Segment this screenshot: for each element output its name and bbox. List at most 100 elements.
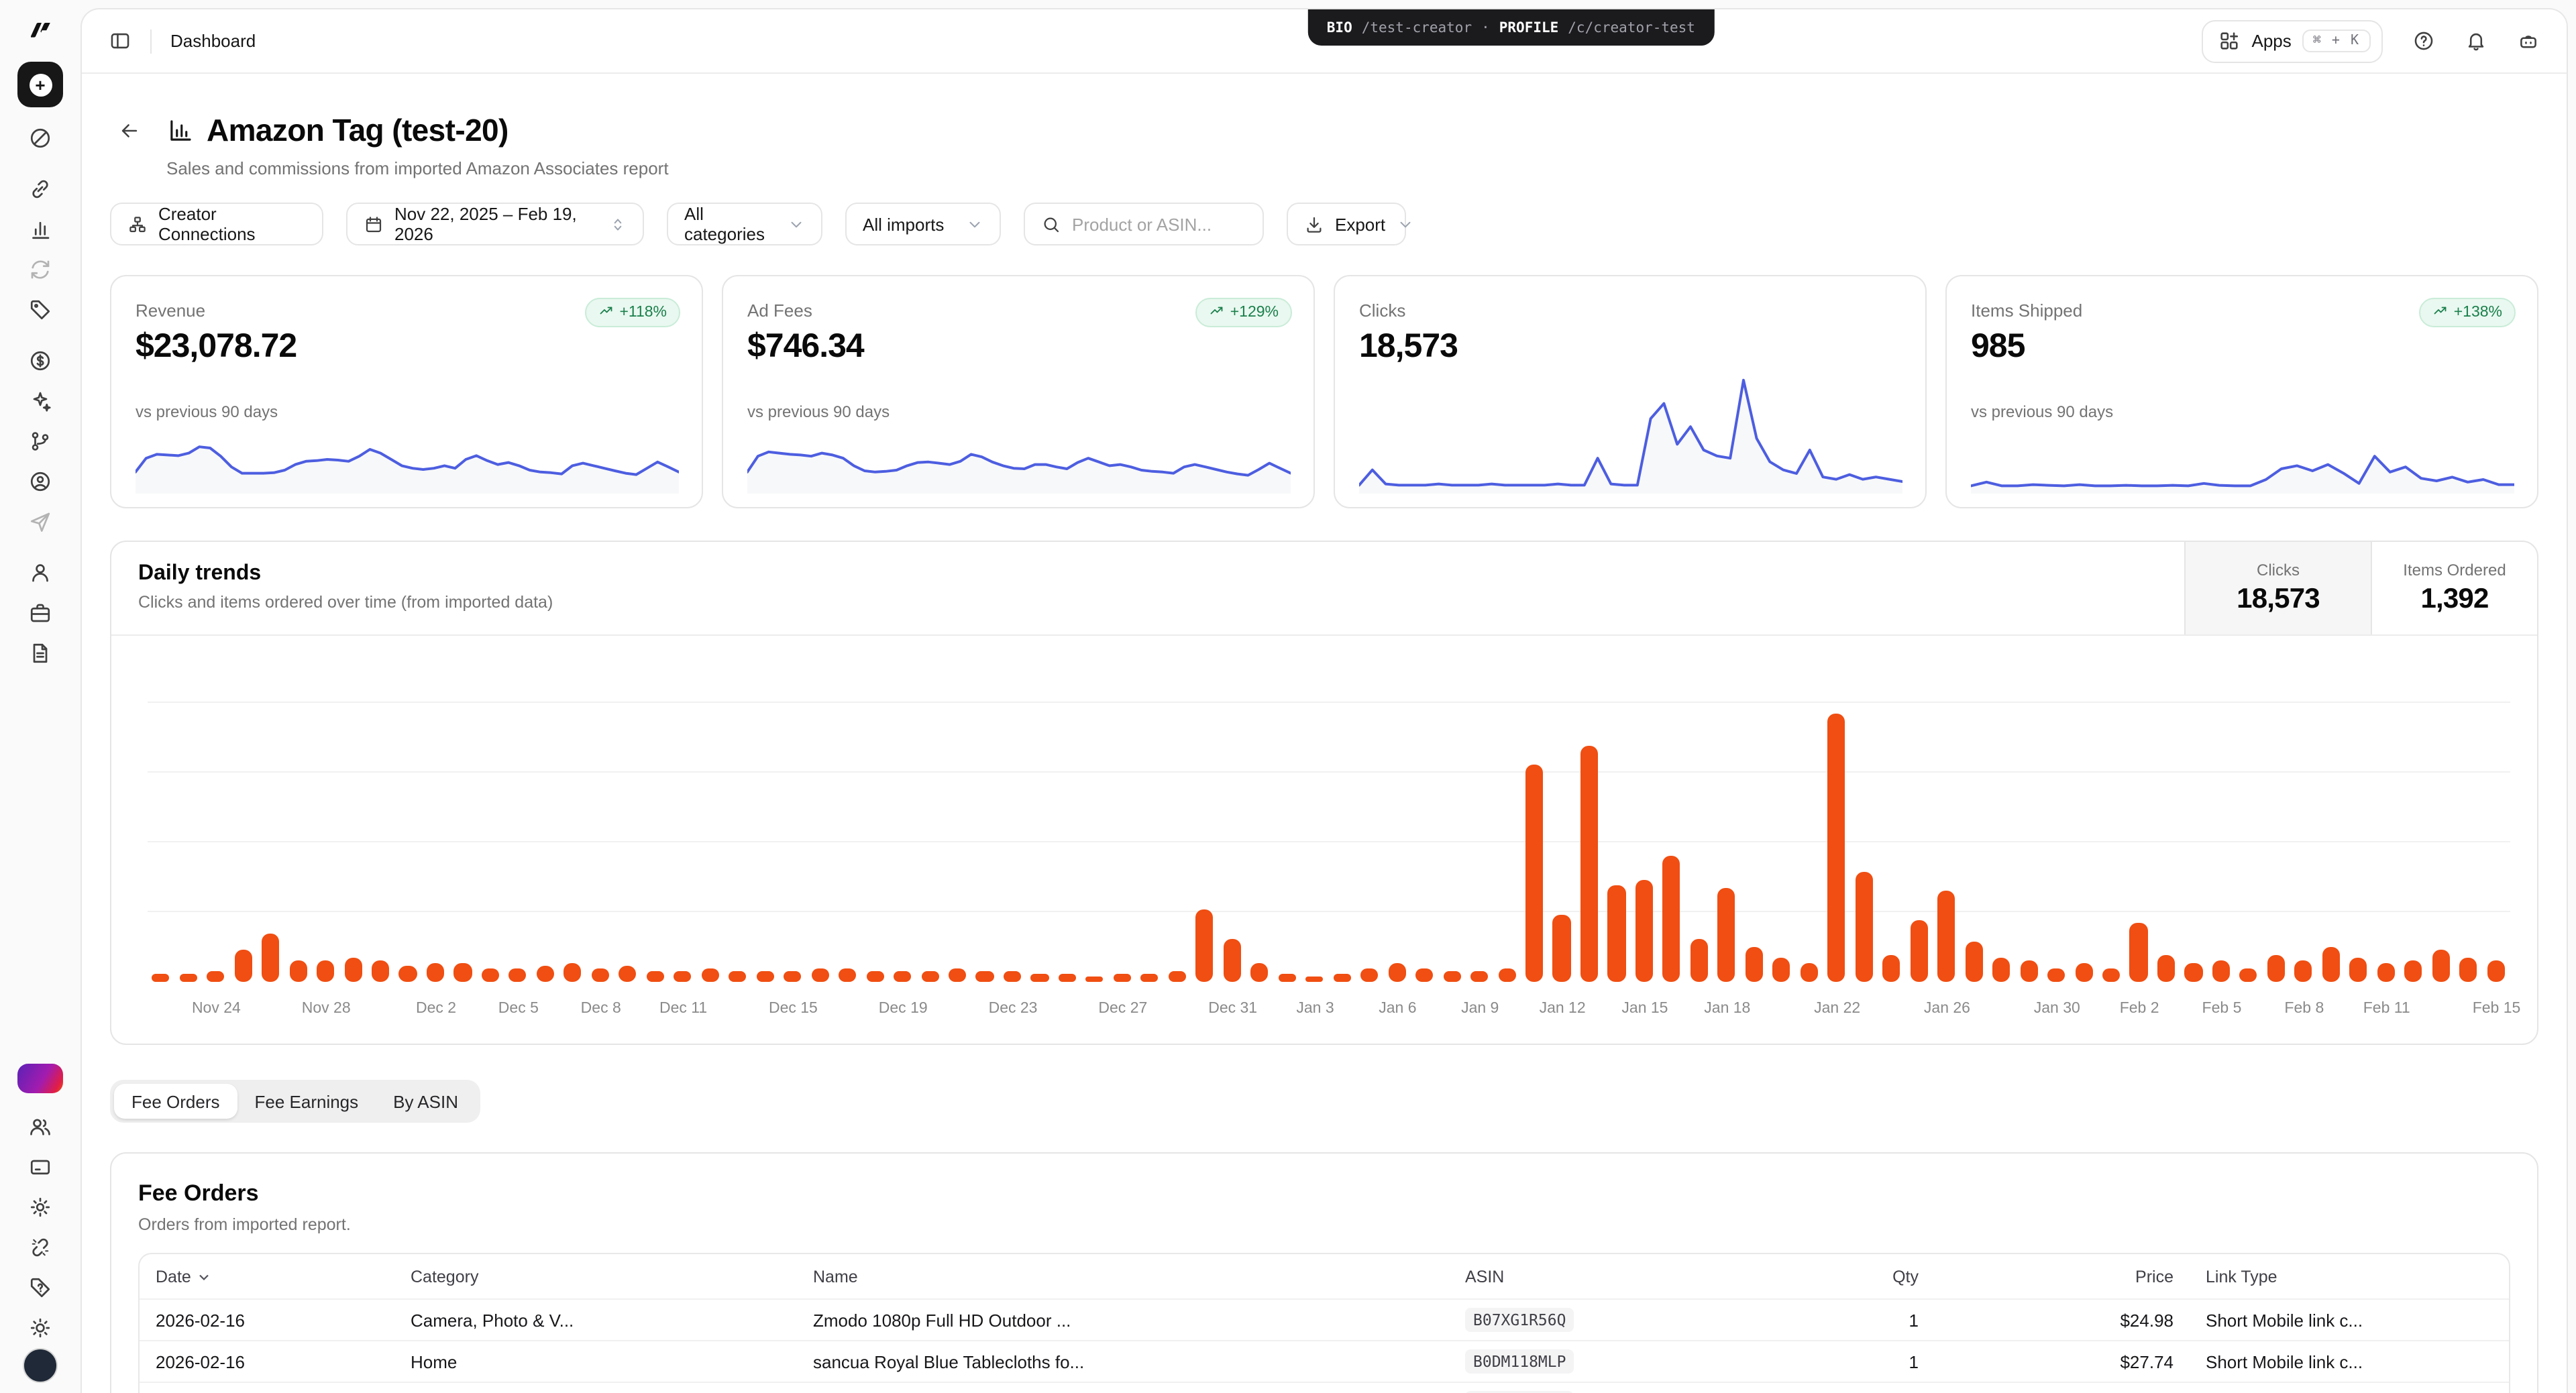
chart-bar [509,968,527,982]
notifications-icon[interactable] [2465,30,2487,52]
export-button[interactable]: Export [1287,203,1406,245]
unlink-icon[interactable] [28,1235,52,1259]
column-header: Link Type [2190,1267,2509,1286]
send-icon[interactable] [28,510,52,534]
chart-bar [2267,955,2285,982]
chart-bar [674,971,691,982]
stat-card-revenue: Revenue $23,078.72 +118% vs previous 90 … [110,275,703,508]
stat-card-clicks: Clicks 18,573 [1334,275,1927,508]
table-row[interactable]: 2026-02-16Homesancua Royal Blue Tableclo… [140,1340,2509,1382]
chart-bar [2350,958,2367,982]
chart-bar [1443,971,1460,982]
chart-bar [1388,963,1405,982]
file-text-icon[interactable] [28,641,52,665]
chart-bar [1801,963,1818,982]
chart-bar [1937,891,1955,982]
toggle-label: Items Ordered [2403,561,2506,579]
chart-bar [1690,939,1708,982]
compass-icon[interactable] [28,126,52,150]
chart-bar [2130,923,2147,982]
chart-bar [1470,971,1488,982]
report-chart-icon [166,116,195,144]
bar-chart-icon[interactable] [28,217,52,241]
column-header: ASIN [1449,1267,1814,1286]
workspace-avatar[interactable] [17,1063,63,1093]
help-icon[interactable] [2412,30,2435,52]
tab-by-asin[interactable]: By ASIN [376,1084,476,1119]
chart-bar [1305,977,1323,982]
chart-bar [1333,974,1350,982]
user-icon[interactable] [28,561,52,585]
apps-button[interactable]: Apps ⌘ + K [2202,19,2383,62]
chart-bar [399,966,417,982]
tag-icon[interactable] [28,298,52,322]
circle-user-icon[interactable] [28,469,52,494]
date-range-picker[interactable]: Nov 22, 2025 – Feb 19, 2026 [346,203,644,245]
tab-fee-earnings[interactable]: Fee Earnings [237,1084,376,1119]
asin-badge: B07XG1R56Q [1465,1308,1574,1332]
creator-connections-button[interactable]: Creator Connections [110,203,323,245]
chart-bar [1965,942,1982,982]
chart-bar [427,963,444,982]
badge-dollar-icon[interactable] [28,349,52,373]
chart-bar [179,974,197,982]
stat-label: Clicks [1359,300,1901,321]
apps-shortcut: ⌘ + K [2302,30,2371,52]
gear-icon[interactable] [28,1194,52,1219]
link-icon[interactable] [28,177,52,201]
search-input[interactable] [1072,214,1246,234]
chart-bar [1498,968,1515,982]
chart-bar [317,960,334,982]
chart-bar [152,974,169,982]
column-header: Name [797,1267,1449,1286]
page-header: Amazon Tag (test-20) [110,111,2538,149]
chart-bar [1360,968,1378,982]
creator-connections-label: Creator Connections [158,204,306,244]
brand-logo-icon [24,13,56,46]
briefcase-icon[interactable] [28,601,52,625]
sparkles-icon[interactable] [28,389,52,413]
users-icon[interactable] [28,1114,52,1138]
toggle-clicks[interactable]: Clicks 18,573 [2184,542,2371,634]
active-app-tile[interactable]: + [17,62,63,107]
toggle-items-ordered[interactable]: Items Ordered 1,392 [2371,542,2537,634]
x-tick-label: Feb 5 [2202,1001,2242,1017]
git-branch-icon[interactable] [28,429,52,453]
imports-select[interactable]: All imports [845,203,1001,245]
tab-fee-orders[interactable]: Fee Orders [114,1084,237,1119]
table-row[interactable]: 2026-02-16Camera, Photo & V...Zmodo 1080… [140,1298,2509,1340]
back-button[interactable] [110,111,148,149]
page-content: Amazon Tag (test-20) Sales and commissio… [82,111,2567,1393]
items-sparkline [1971,424,2514,494]
main-panel: Dashboard BIO /test-creator · PROFILE /c… [80,8,2568,1393]
sidebar-toggle-icon[interactable] [109,30,131,52]
chart-bar [234,950,252,982]
tag-help-icon[interactable] [28,1275,52,1299]
url-preview-badge[interactable]: BIO /test-creator · PROFILE /c/creator-t… [1308,9,1714,46]
chart-bar [756,971,773,982]
column-header[interactable]: Date [140,1267,394,1286]
chart-bar [2212,960,2230,982]
chart-bar [2102,968,2120,982]
robot-icon[interactable] [2517,30,2540,52]
credit-card-icon[interactable] [28,1154,52,1178]
x-tick-label: Dec 8 [581,1001,621,1017]
x-tick-label: Jan 15 [1621,1001,1668,1017]
x-tick-label: Dec 15 [769,1001,818,1017]
chart-bar [2405,960,2422,982]
daily-trends-header: Daily trends Clicks and items ordered ov… [111,542,2537,636]
search-icon [1041,214,1061,234]
refresh-icon[interactable] [28,258,52,282]
chart-bar [1553,915,1570,982]
badge-separator: · [1481,19,1490,36]
profile-path: /c/creator-test [1568,19,1695,36]
chart-bar [1278,974,1295,982]
sun-icon[interactable] [28,1315,52,1339]
toggle-label: Clicks [2257,561,2300,579]
chevrons-up-down-icon [609,215,627,233]
categories-select[interactable]: All categories [667,203,822,245]
chart-bar [647,971,664,982]
table-row[interactable]: 2026-02-16HomeCotton Craft - Scandia Str… [140,1382,2509,1393]
user-avatar[interactable] [23,1347,58,1382]
imports-value: All imports [863,214,944,234]
